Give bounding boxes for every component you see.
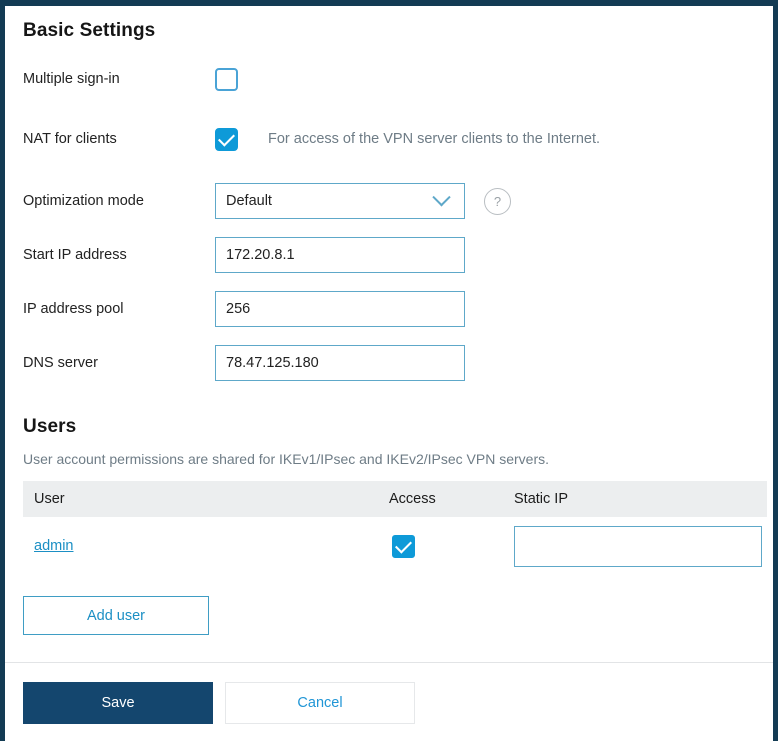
help-icon[interactable]: ?: [484, 187, 511, 215]
multiple-signin-label: Multiple sign-in: [23, 71, 120, 87]
start-ip-value: 172.20.8.1: [226, 247, 295, 263]
row-dns-server: DNS server 78.47.125.180: [23, 345, 760, 381]
column-header-user: User: [23, 481, 378, 517]
users-table: User Access Static IP admin: [23, 481, 767, 575]
row-multiple-signin: Multiple sign-in: [23, 64, 760, 94]
chevron-down-icon: [432, 187, 451, 206]
multiple-signin-control: [215, 67, 238, 91]
optimization-mode-value: Default: [226, 193, 272, 209]
dns-server-value: 78.47.125.180: [226, 355, 319, 371]
start-ip-control: 172.20.8.1: [215, 237, 465, 273]
start-ip-input[interactable]: 172.20.8.1: [215, 237, 465, 273]
dns-server-control: 78.47.125.180: [215, 345, 465, 381]
access-checkbox[interactable]: [392, 534, 415, 558]
footer-actions: Save Cancel: [23, 682, 760, 724]
nat-for-clients-checkbox[interactable]: [215, 127, 238, 151]
settings-content: Basic Settings Multiple sign-in NAT for …: [5, 20, 773, 724]
checkmark-icon: [395, 536, 412, 554]
row-nat-for-clients: NAT for clients For access of the VPN se…: [23, 124, 760, 154]
dns-server-label: DNS server: [23, 355, 98, 371]
optimization-mode-select[interactable]: Default: [215, 183, 465, 219]
users-heading: Users: [23, 416, 77, 437]
cancel-button[interactable]: Cancel: [225, 682, 415, 724]
cell-access: [378, 517, 503, 575]
users-table-head: User Access Static IP: [23, 481, 767, 517]
add-user-button[interactable]: Add user: [23, 596, 209, 635]
nat-for-clients-control: For access of the VPN server clients to …: [215, 127, 601, 151]
settings-page: Basic Settings Multiple sign-in NAT for …: [5, 20, 773, 741]
multiple-signin-checkbox[interactable]: [215, 67, 238, 91]
ip-pool-label: IP address pool: [23, 301, 124, 317]
users-note: User account permissions are shared for …: [23, 451, 549, 467]
app-window: Basic Settings Multiple sign-in NAT for …: [0, 0, 778, 741]
optimization-mode-control: Default ?: [215, 183, 511, 219]
footer-divider: [5, 662, 773, 663]
users-table-body: admin: [23, 517, 767, 575]
ip-pool-value: 256: [226, 301, 251, 317]
dns-server-input[interactable]: 78.47.125.180: [215, 345, 465, 381]
row-optimization-mode: Optimization mode Default ?: [23, 183, 760, 219]
optimization-mode-label: Optimization mode: [23, 193, 144, 209]
basic-settings-heading: Basic Settings: [23, 20, 156, 41]
row-ip-pool: IP address pool 256: [23, 291, 760, 327]
save-button[interactable]: Save: [23, 682, 213, 724]
nat-for-clients-label: NAT for clients: [23, 131, 117, 147]
ip-pool-control: 256: [215, 291, 465, 327]
checkmark-icon: [218, 129, 235, 147]
user-link-admin[interactable]: admin: [34, 538, 74, 554]
start-ip-label: Start IP address: [23, 247, 127, 263]
table-header-row: User Access Static IP: [23, 481, 767, 517]
nat-for-clients-hint: For access of the VPN server clients to …: [268, 131, 601, 147]
cell-static-ip: [503, 517, 767, 575]
table-row: admin: [23, 517, 767, 575]
column-header-static-ip: Static IP: [503, 481, 767, 517]
ip-pool-input[interactable]: 256: [215, 291, 465, 327]
static-ip-input[interactable]: [514, 525, 762, 567]
column-header-access: Access: [378, 481, 503, 517]
cell-user: admin: [23, 517, 378, 575]
row-start-ip: Start IP address 172.20.8.1: [23, 237, 760, 273]
